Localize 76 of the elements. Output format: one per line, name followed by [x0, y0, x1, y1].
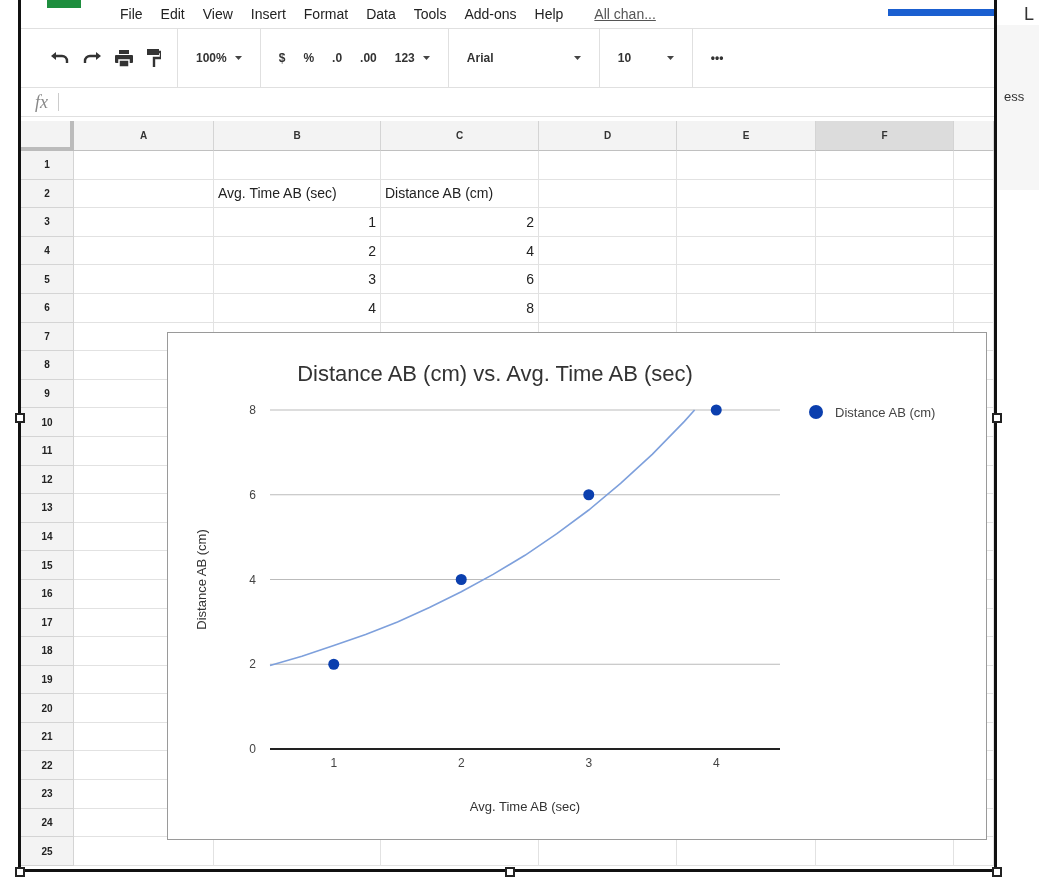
column-header[interactable]: E [677, 121, 816, 151]
row-header[interactable]: 16 [21, 579, 74, 609]
table-cell: 4 [381, 236, 539, 266]
x-tick-label: 3 [585, 756, 593, 770]
table-cell: Avg. Time AB (sec) [214, 179, 381, 209]
decrease-decimals-button[interactable]: .0 [330, 49, 345, 67]
y-tick-label: 2 [249, 657, 256, 672]
row-header[interactable]: 20 [21, 694, 74, 723]
chart-title: Distance AB (cm) vs. Avg. Time AB (sec) [297, 361, 693, 386]
row-header[interactable]: 9 [21, 379, 74, 409]
currency-button[interactable]: $ [276, 49, 288, 67]
menu-item[interactable]: Edit [151, 6, 194, 22]
x-tick-label: 1 [330, 756, 338, 770]
table-cell: 4 [214, 293, 381, 323]
row-header[interactable]: 10 [21, 408, 74, 437]
zoom-select[interactable]: 100% [194, 49, 244, 67]
row-header[interactable]: 7 [21, 322, 74, 352]
panel-heading: L [1024, 4, 1034, 25]
row-header[interactable]: 2 [21, 179, 74, 209]
menu-item[interactable]: Data [357, 6, 405, 22]
legend-label: Distance AB (cm) [835, 405, 936, 420]
y-tick-label: 4 [249, 572, 256, 587]
row-header[interactable]: 18 [21, 637, 74, 666]
row-header[interactable]: 3 [21, 208, 74, 237]
column-header[interactable]: D [539, 121, 677, 151]
row-header[interactable]: 19 [21, 665, 74, 695]
font-select[interactable]: Arial [464, 49, 583, 67]
row-header[interactable]: 15 [21, 551, 74, 580]
menu-item[interactable]: Tools [404, 6, 456, 22]
more-button[interactable]: ••• [708, 49, 726, 67]
table-cell: Distance AB (cm) [381, 179, 539, 209]
menu-item[interactable]: File [111, 6, 152, 22]
row-header[interactable]: 23 [21, 780, 74, 809]
panel-label: ess [1004, 89, 1025, 104]
menu-item[interactable]: Add-ons [455, 6, 526, 22]
menu-item[interactable]: Insert [241, 6, 295, 22]
table-cell: 2 [381, 208, 539, 237]
row-header[interactable]: 22 [21, 751, 74, 781]
menu-item[interactable]: Format [294, 6, 358, 22]
x-tick-label: 4 [712, 756, 720, 770]
row-header[interactable]: 24 [21, 808, 74, 838]
row-header[interactable]: 13 [21, 494, 74, 523]
table-cell: 3 [214, 265, 381, 294]
menu-item[interactable]: Help [525, 6, 573, 22]
row-header[interactable]: 4 [21, 236, 74, 266]
row-header[interactable]: 1 [21, 151, 74, 180]
percent-button[interactable]: % [301, 49, 317, 67]
y-axis-title: Distance AB (cm) [194, 529, 209, 630]
y-tick-label: 0 [249, 742, 256, 756]
menu-item[interactable]: View [193, 6, 242, 22]
table-cell: 1 [214, 208, 381, 237]
column-header[interactable]: F [816, 121, 954, 151]
y-tick-label: 6 [249, 487, 256, 502]
column-header[interactable]: C [381, 121, 539, 151]
row-header[interactable]: 12 [21, 465, 74, 495]
row-header[interactable]: 6 [21, 293, 74, 323]
x-axis-title: Avg. Time AB (sec) [469, 799, 581, 814]
row-header[interactable]: 14 [21, 522, 74, 552]
row-header[interactable]: 5 [21, 265, 74, 294]
table-cell: 8 [381, 293, 539, 323]
table-cell: 2 [214, 236, 381, 266]
chart-panel[interactable]: Distance AB (cm) vs. Avg. Time AB (sec) 0 2 4 6 8 1 2 3 4 Distance AB (cm) Avg. Time AB (sec) Distance AB (cm) [167, 332, 987, 840]
row-header[interactable]: 25 [21, 837, 74, 866]
increase-decimals-button[interactable]: .00 [358, 49, 379, 67]
row-header[interactable]: 21 [21, 722, 74, 752]
save-status-link[interactable]: All chan... [594, 6, 656, 22]
font-size-select[interactable]: 10 [615, 49, 676, 67]
table-cell: 6 [381, 265, 539, 294]
row-header[interactable]: 8 [21, 351, 74, 380]
row-header[interactable]: 17 [21, 608, 74, 638]
row-header[interactable]: 11 [21, 436, 74, 466]
x-tick-label: 2 [457, 756, 465, 770]
column-header[interactable]: B [214, 121, 381, 151]
number-format-select[interactable]: 123 [392, 49, 432, 67]
y-tick-label: 8 [249, 403, 256, 417]
column-header[interactable]: A [74, 121, 214, 151]
